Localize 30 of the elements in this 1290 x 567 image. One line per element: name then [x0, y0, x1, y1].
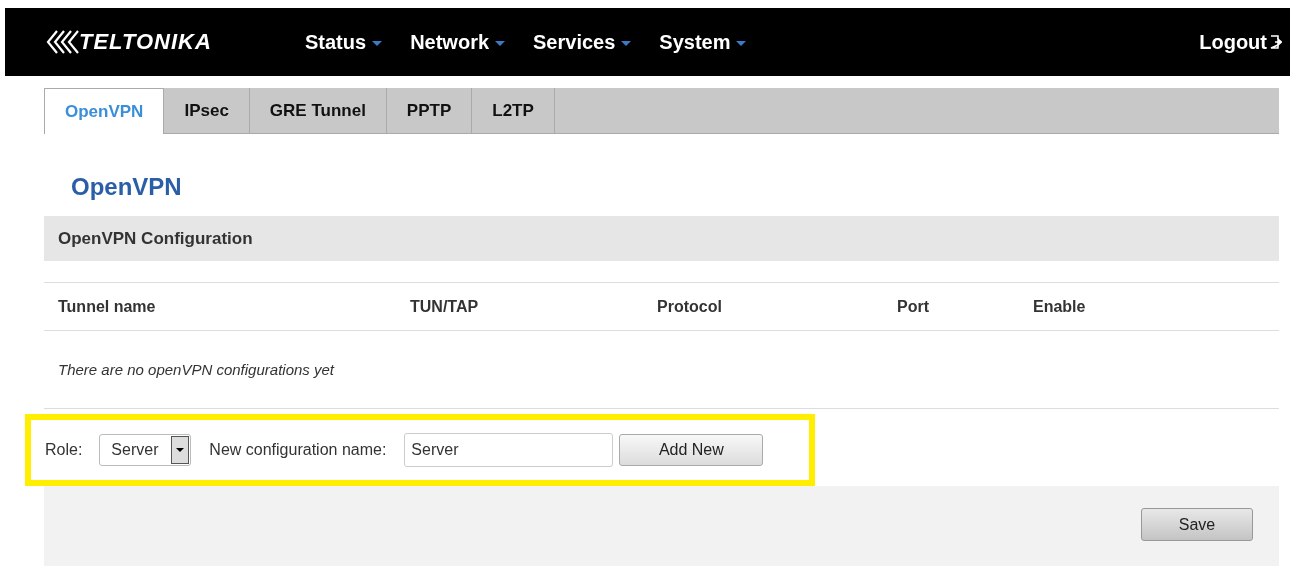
section-header: OpenVPN Configuration: [44, 216, 1279, 261]
name-input-field[interactable]: Server: [404, 433, 614, 467]
caret-icon: [372, 41, 383, 46]
nav-menu-item[interactable]: Services: [533, 30, 632, 54]
logo-text: TELTONIKA: [79, 29, 212, 55]
column-header: Enable: [1032, 297, 1087, 316]
logout-icon: [1270, 35, 1282, 49]
role-dropdown[interactable]: Server: [99, 434, 192, 466]
tab[interactable]: PPTP: [386, 88, 473, 133]
add-new-button[interactable]: Add New: [619, 434, 764, 466]
logout-link[interactable]: Logout: [1199, 30, 1282, 54]
empty-message: There are no openVPN configurations yet: [58, 361, 334, 378]
tab[interactable]: L2TP: [472, 88, 555, 133]
tab[interactable]: IPsec: [164, 88, 250, 133]
caret-icon: [495, 41, 506, 46]
tab[interactable]: GRE Tunnel: [249, 88, 387, 133]
nav-menu-item[interactable]: System: [659, 30, 747, 54]
role-label: Role:: [45, 441, 83, 459]
caret-icon: [736, 41, 747, 46]
column-header: Tunnel name: [57, 297, 157, 316]
column-header: Port: [896, 297, 930, 316]
save-button[interactable]: Save: [1141, 508, 1253, 541]
column-header: TUN/TAP: [409, 297, 480, 316]
nav-menu-item[interactable]: Network: [410, 30, 506, 54]
column-header: Protocol: [656, 297, 723, 316]
caret-icon: [621, 41, 632, 46]
logo-icon: [45, 29, 79, 55]
page-title: OpenVPN: [71, 172, 183, 202]
nav-menu-item[interactable]: Status: [305, 30, 383, 54]
name-label: New configuration name:: [209, 441, 387, 459]
